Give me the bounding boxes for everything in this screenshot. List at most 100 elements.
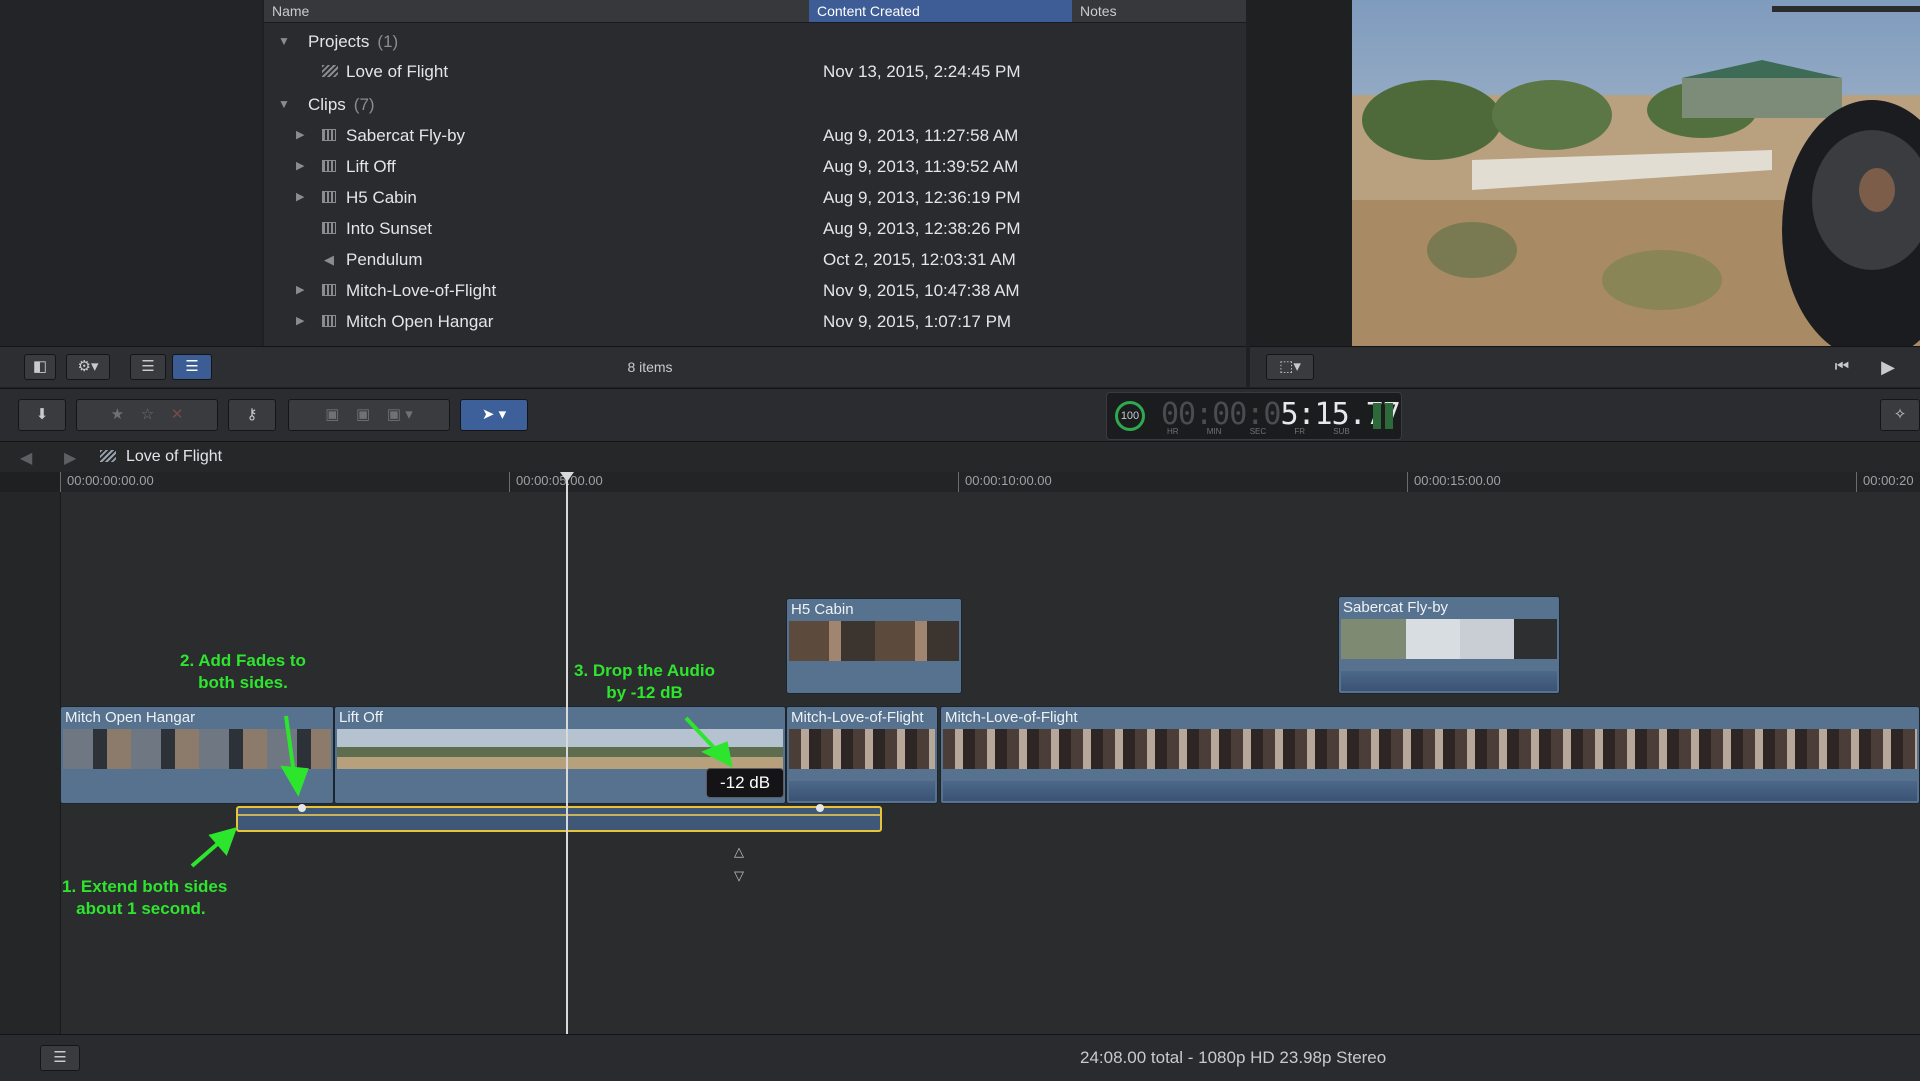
clip-label: Sabercat Fly-by bbox=[1343, 599, 1449, 616]
list-item[interactable]: ▶ Lift Off Aug 9, 2013, 11:39:52 AM bbox=[264, 151, 1246, 182]
annotation-step2: 2. Add Fades to both sides. bbox=[180, 651, 306, 692]
group-projects[interactable]: ▼ Projects (1) bbox=[264, 26, 1246, 57]
video-frame bbox=[1352, 0, 1920, 346]
volume-up-icon[interactable]: △ bbox=[734, 844, 744, 860]
insert-icon[interactable]: ▣ bbox=[356, 406, 370, 423]
list-view-icon: ☰ bbox=[185, 358, 199, 375]
audio-clip-pendulum[interactable] bbox=[236, 804, 882, 832]
keyword-button[interactable]: ⚷ bbox=[228, 399, 276, 431]
go-to-start-icon[interactable]: ⏮ bbox=[1828, 355, 1856, 379]
item-date: Nov 9, 2015, 1:07:17 PM bbox=[823, 312, 1012, 331]
disclosure-open-icon[interactable]: ▼ bbox=[278, 89, 290, 120]
disclosure-open-icon[interactable]: ▼ bbox=[278, 26, 290, 57]
list-item[interactable]: ◀ Pendulum Oct 2, 2015, 12:03:31 AM bbox=[264, 244, 1246, 275]
unrate-star-icon[interactable]: ☆ bbox=[141, 406, 154, 423]
forward-arrow-icon[interactable]: ▶ bbox=[64, 448, 76, 468]
clip-filmstrip bbox=[789, 621, 959, 661]
list-view-button[interactable]: ☰ bbox=[172, 354, 212, 380]
item-name: Sabercat Fly-by bbox=[346, 126, 466, 145]
clip-filmstrip bbox=[63, 729, 331, 769]
clip-h5-cabin[interactable]: H5 Cabin bbox=[786, 598, 962, 694]
project-icon bbox=[100, 450, 116, 462]
list-item[interactable]: ▶ H5 Cabin Aug 9, 2013, 12:36:19 PM bbox=[264, 182, 1246, 213]
disclosure-closed-icon[interactable]: ▶ bbox=[296, 151, 304, 182]
timeline-index-button[interactable]: ☰ bbox=[40, 1045, 80, 1071]
clip-filmstrip bbox=[789, 729, 935, 769]
annotation-step3: 3. Drop the Audio by -12 dB bbox=[574, 661, 716, 702]
timecode-display[interactable]: 100 00:00:05:15.77 HR MIN SEC FR SUB bbox=[1106, 392, 1402, 440]
clip-mitch-love-of-flight-1[interactable]: Mitch-Love-of-Flight bbox=[786, 706, 938, 804]
back-arrow-icon[interactable]: ◀ bbox=[20, 448, 32, 468]
volume-down-icon[interactable]: ▽ bbox=[734, 868, 744, 884]
key-icon: ⚷ bbox=[246, 406, 258, 423]
download-arrow-icon: ⬇ bbox=[35, 406, 49, 423]
connect-icon[interactable]: ▣ bbox=[325, 406, 339, 423]
ruler-label: 00:00:15:00.00 bbox=[1407, 472, 1501, 492]
clip-mitch-open-hangar[interactable]: Mitch Open Hangar bbox=[60, 706, 334, 804]
disclosure-closed-icon[interactable]: ▶ bbox=[296, 120, 304, 151]
playhead[interactable] bbox=[566, 474, 568, 1034]
project-title: Love of Flight bbox=[126, 448, 223, 465]
disclosure-closed-icon[interactable]: ▶ bbox=[296, 275, 304, 306]
transform-menu-button[interactable]: ⬚▾ bbox=[1266, 354, 1314, 380]
column-name[interactable]: Name bbox=[264, 0, 809, 22]
volume-line[interactable] bbox=[238, 814, 880, 816]
group-clips[interactable]: ▼ Clips (7) bbox=[264, 89, 1246, 120]
item-date: Aug 9, 2013, 11:27:58 AM bbox=[823, 126, 1019, 145]
disclosure-closed-icon[interactable]: ▶ bbox=[296, 182, 304, 213]
group-label: Projects bbox=[308, 32, 370, 51]
percent-meter: 100 bbox=[1115, 401, 1145, 431]
column-content-created[interactable]: Content Created bbox=[809, 0, 1072, 22]
action-menu-button[interactable]: ⚙▾ bbox=[66, 354, 110, 380]
list-icon: ☰ bbox=[53, 1049, 67, 1066]
clip-filmstrip bbox=[1341, 619, 1557, 659]
arrow-pointer-icon: ➤ ▾ bbox=[481, 406, 507, 423]
crop-icon: ⬚▾ bbox=[1279, 358, 1301, 375]
list-item[interactable]: Love of Flight Nov 13, 2015, 2:24:45 PM bbox=[264, 56, 1246, 87]
disclosure-closed-icon[interactable]: ▶ bbox=[296, 306, 304, 337]
list-item[interactable]: Into Sunset Aug 9, 2013, 12:38:26 PM bbox=[264, 213, 1246, 244]
column-notes[interactable]: Notes bbox=[1072, 0, 1246, 22]
inspector-button[interactable]: ✧ bbox=[1880, 399, 1920, 431]
play-icon[interactable]: ▶ bbox=[1874, 355, 1902, 379]
fade-handle-right[interactable] bbox=[816, 804, 824, 812]
item-name: Mitch Open Hangar bbox=[346, 312, 494, 331]
list-item[interactable]: ▶ Mitch-Love-of-Flight Nov 9, 2015, 10:4… bbox=[264, 275, 1246, 306]
browser-footer: ◧ ⚙▾ ☰ ☰ 8 items bbox=[0, 346, 1246, 387]
fade-handle-left[interactable] bbox=[298, 804, 306, 812]
clip-label: Lift Off bbox=[339, 709, 383, 726]
sidebar-toggle-icon: ◧ bbox=[32, 358, 48, 375]
clip-sabercat-fly-by[interactable]: Sabercat Fly-by bbox=[1338, 596, 1560, 694]
item-date: Aug 9, 2013, 12:36:19 PM bbox=[823, 188, 1021, 207]
filmstrip-view-button[interactable]: ☰ bbox=[130, 354, 166, 380]
clip-label: Mitch-Love-of-Flight bbox=[945, 709, 1078, 726]
list-item[interactable]: ▶ Mitch Open Hangar Nov 9, 2015, 1:07:17… bbox=[264, 306, 1246, 337]
list-item[interactable]: ▶ Sabercat Fly-by Aug 9, 2013, 11:27:58 … bbox=[264, 120, 1246, 151]
audio-meter bbox=[1385, 403, 1393, 429]
select-tool-button[interactable]: ➤ ▾ bbox=[460, 399, 528, 431]
favorite-star-icon[interactable]: ★ bbox=[111, 406, 124, 423]
group-count: (7) bbox=[353, 95, 375, 114]
gear-icon: ⚙▾ bbox=[77, 358, 99, 375]
item-name: H5 Cabin bbox=[346, 188, 417, 207]
clip-waveform bbox=[789, 781, 935, 801]
timeline-ruler[interactable]: 00:00:00:00.00 00:00:05:00.00 00:00:10:0… bbox=[60, 472, 1920, 493]
group-count: (1) bbox=[377, 32, 399, 51]
sidebar-toggle-button[interactable]: ◧ bbox=[24, 354, 56, 380]
clip-icon bbox=[322, 284, 336, 296]
annotation-step1: 1. Extend both sides about 1 second. bbox=[62, 877, 228, 918]
item-date: Nov 13, 2015, 2:24:45 PM bbox=[823, 62, 1021, 81]
import-button[interactable]: ⬇ bbox=[18, 399, 66, 431]
clip-mitch-love-of-flight-2[interactable]: Mitch-Love-of-Flight bbox=[940, 706, 1920, 804]
reject-x-icon[interactable]: ✕ bbox=[171, 406, 184, 423]
item-date: Oct 2, 2015, 12:03:31 AM bbox=[823, 250, 1016, 269]
append-icon[interactable]: ▣ bbox=[387, 406, 401, 423]
item-count: 8 items bbox=[627, 359, 673, 375]
viewer-frame bbox=[1352, 0, 1920, 346]
clip-icon bbox=[322, 315, 336, 327]
clip-icon bbox=[322, 191, 336, 203]
item-date: Aug 9, 2013, 11:39:52 AM bbox=[823, 157, 1019, 176]
filmstrip-view-icon: ☰ bbox=[141, 358, 155, 375]
ruler-label: 00:00:20 bbox=[1856, 472, 1914, 492]
toolbar: ⬇ ★ ☆ ✕ ⚷ ▣ ▣ ▣ ▾ ➤ ▾ ✧ bbox=[0, 388, 1920, 442]
